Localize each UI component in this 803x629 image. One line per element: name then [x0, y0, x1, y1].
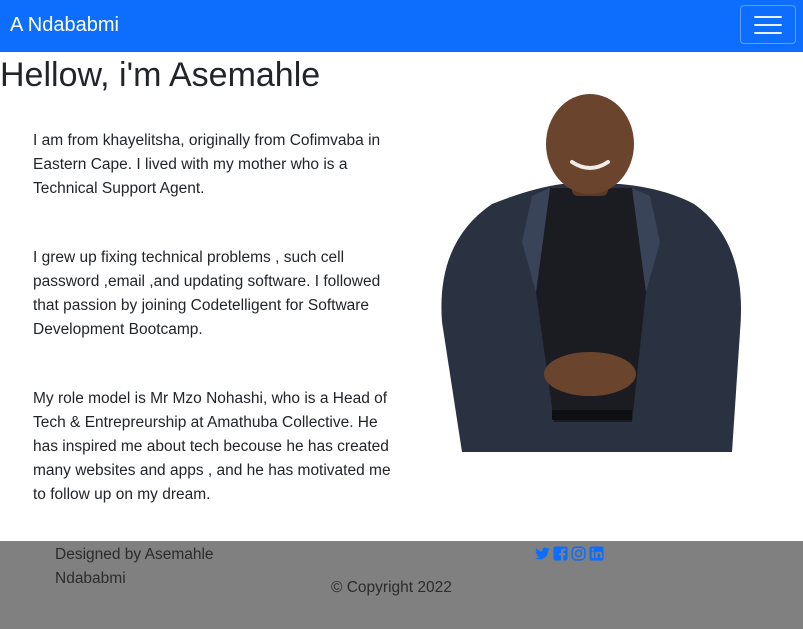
linkedin-link[interactable] — [589, 546, 604, 561]
facebook-link[interactable] — [553, 546, 568, 561]
page-title: Hellow, i'm Asemahle — [0, 56, 321, 94]
hamburger-menu-icon — [754, 23, 782, 26]
hamburger-menu-icon — [754, 15, 782, 18]
footer-credit: Designed by Asemahle Ndababmi — [55, 546, 214, 587]
instagram-icon — [571, 546, 586, 561]
navbar-brand[interactable]: A Ndababmi — [10, 12, 119, 38]
twitter-icon — [535, 547, 550, 560]
linkedin-icon — [589, 546, 604, 561]
instagram-link[interactable] — [571, 546, 586, 561]
navbar: A Ndababmi — [0, 0, 803, 52]
photo-hands — [544, 352, 636, 396]
social-links — [535, 546, 604, 561]
hamburger-menu-icon — [754, 31, 782, 34]
bio-paragraph-passion: I grew up fixing technical problems , su… — [33, 249, 381, 338]
bio-paragraph-origin: I am from khayelitsha, originally from C… — [33, 132, 381, 197]
profile-photo — [441, 94, 742, 452]
bio-paragraph-role-model: My role model is Mr Mzo Nohashi, who is … — [33, 390, 391, 503]
copyright-text: © Copyright 2022 — [331, 579, 452, 596]
facebook-icon — [553, 546, 568, 561]
twitter-link[interactable] — [535, 546, 550, 561]
footer: Designed by Asemahle Ndababmi © Copyrigh… — [0, 541, 803, 629]
navbar-toggler-button[interactable] — [740, 5, 796, 44]
photo-belt — [552, 410, 632, 420]
photo-head — [546, 94, 634, 194]
